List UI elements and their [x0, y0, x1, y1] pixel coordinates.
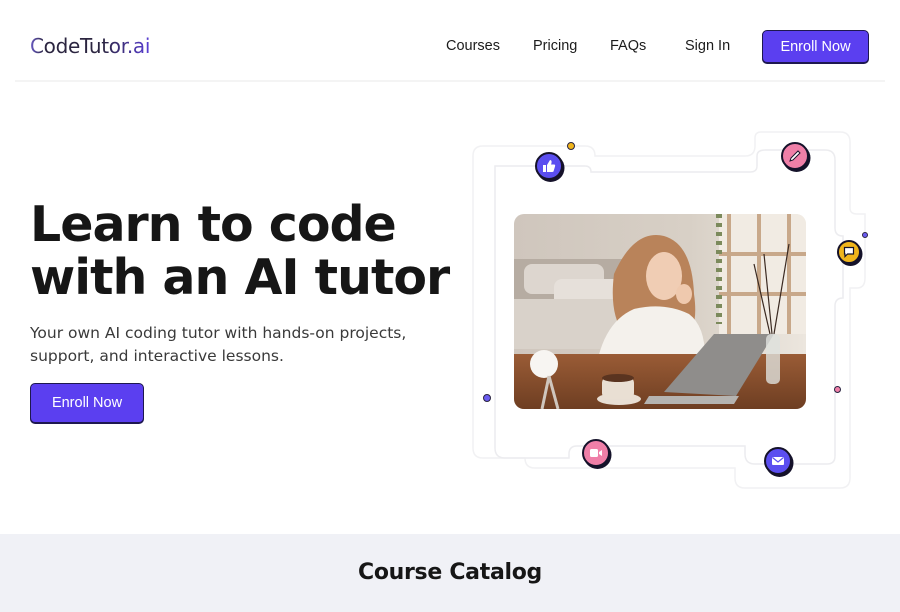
nav-faqs[interactable]: FAQs [610, 38, 646, 54]
hero-photo [514, 214, 806, 409]
decorative-dot [483, 394, 491, 402]
hero-enroll-button[interactable]: Enroll Now [30, 383, 144, 423]
logo[interactable]: CodeTutor.ai [30, 34, 150, 58]
hero-title-line-1: Learn to code [30, 196, 397, 253]
header-divider [15, 80, 885, 82]
decorative-dot [834, 386, 841, 393]
photo-woman-laptop [514, 214, 806, 409]
hero-title: Learn to code with an AI tutor [30, 198, 470, 304]
nav-courses[interactable]: Courses [446, 38, 500, 54]
catalog-title: Course Catalog [357, 560, 542, 585]
course-catalog-section: Course Catalog [0, 534, 900, 612]
thumbs-up-icon [535, 152, 563, 180]
chat-icon [837, 240, 861, 264]
nav-pricing[interactable]: Pricing [533, 38, 577, 54]
mail-icon [764, 447, 792, 475]
decorative-dot [567, 142, 575, 150]
header-enroll-button[interactable]: Enroll Now [762, 30, 869, 63]
hero-subtitle: Your own AI coding tutor with hands-on p… [30, 324, 407, 365]
hero-title-line-2: with an AI tutor [30, 249, 450, 306]
site-header: CodeTutor.ai Courses Pricing FAQs Sign I… [0, 0, 900, 82]
decorative-dot [862, 232, 868, 238]
nav-sign-in[interactable]: Sign In [685, 38, 730, 54]
video-icon [582, 439, 610, 467]
pencil-icon [781, 142, 809, 170]
